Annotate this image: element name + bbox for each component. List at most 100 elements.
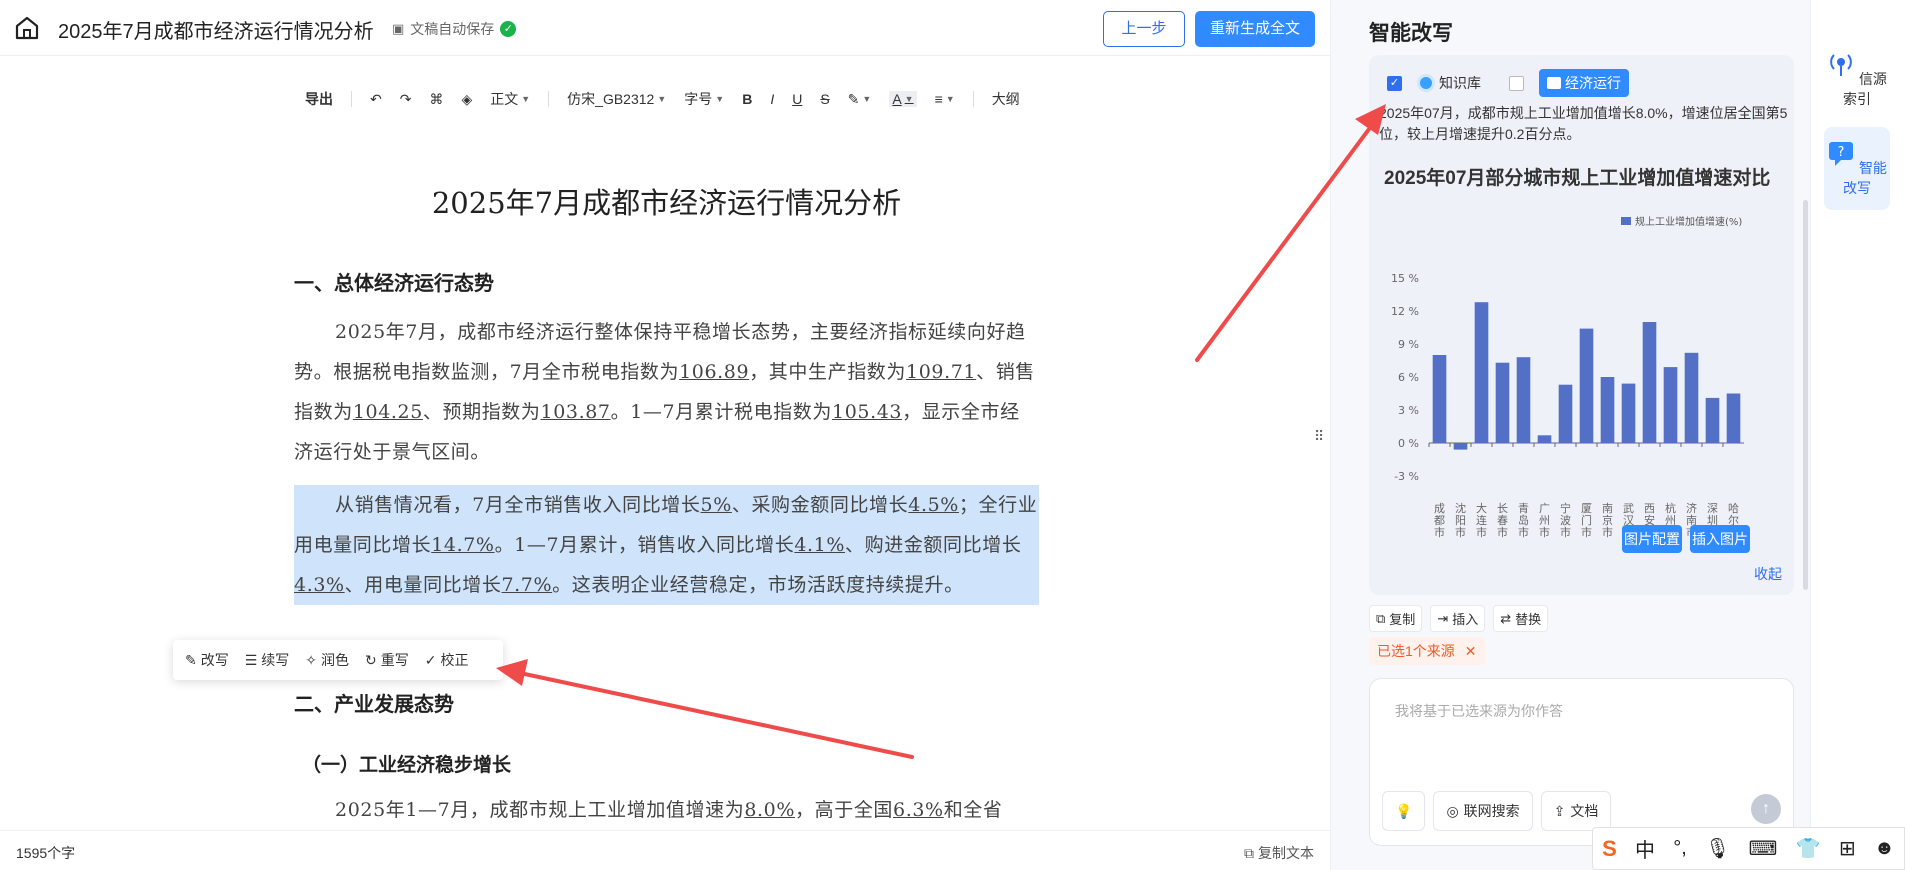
italic-icon[interactable]: I bbox=[770, 91, 774, 107]
document-upload-button[interactable]: ⇪ 文档 bbox=[1540, 791, 1612, 831]
home-icon[interactable] bbox=[14, 15, 40, 41]
kb-checkbox[interactable]: ✓ bbox=[1387, 75, 1402, 91]
check-icon: ✓ bbox=[500, 21, 517, 37]
idea-button[interactable]: 💡 bbox=[1382, 791, 1426, 831]
close-icon[interactable]: ✕ bbox=[1465, 637, 1477, 665]
replace-button[interactable]: ⇄ 替换 bbox=[1493, 605, 1549, 632]
economic-operation-source[interactable]: 经济运行 bbox=[1539, 69, 1629, 97]
strikethrough-icon[interactable]: S bbox=[820, 91, 829, 107]
paragraph-style-select[interactable]: 正文 ▼ bbox=[490, 89, 530, 109]
bar-chart: 规上工业增加值增速(%) 15 % 12 % 9 % 6 % 3 % 0 % -3 % 成都市沈… bbox=[1391, 215, 1744, 551]
bar bbox=[1495, 362, 1510, 443]
regenerate-all-button[interactable]: 重新生成全文 bbox=[1195, 11, 1315, 47]
bar bbox=[1705, 397, 1720, 443]
toolbar-divider bbox=[972, 91, 974, 107]
export-button[interactable]: 导出 bbox=[305, 89, 333, 109]
prompt-input-box[interactable]: 我将基于已选来源为你作答 💡 ◎ 联网搜索 ⇪ 文档 ↑ bbox=[1369, 678, 1794, 846]
font-family-select[interactable]: 仿宋_GB2312 ▼ bbox=[567, 89, 666, 109]
ime-language-toggle[interactable]: 中 bbox=[1635, 834, 1655, 863]
rail-source-index[interactable]: 信源索引 bbox=[1824, 50, 1890, 109]
font-color-icon[interactable]: A ▼ bbox=[889, 91, 917, 107]
paragraph-3[interactable]: 2025年1—7月，成都市规上工业增加值增速为8.0%，高于全国6.3%和全省 bbox=[294, 790, 1039, 830]
microphone-icon[interactable]: 🎙 bbox=[1705, 836, 1730, 861]
paragraph-text: 、预期指数为 bbox=[422, 401, 541, 423]
proofread-action[interactable]: ✓ 校正 bbox=[425, 650, 469, 670]
polish-label: 润色 bbox=[321, 652, 350, 668]
paragraph-text: 。1—7月累计，销售收入同比增长 bbox=[494, 534, 795, 556]
outline-button[interactable]: 大纲 bbox=[992, 89, 1020, 109]
category-label-char: 大 bbox=[1476, 501, 1487, 515]
underline-icon[interactable]: U bbox=[792, 91, 802, 107]
data-value: 8.0% bbox=[744, 799, 796, 821]
rail-smart-rewrite[interactable]: ? 智能改写 bbox=[1824, 127, 1890, 210]
category-label: 广州市 bbox=[1539, 502, 1550, 539]
regenerate-action[interactable]: ↻ 重写 bbox=[365, 650, 409, 670]
save-icon: ▣ bbox=[392, 21, 405, 36]
data-value: 14.7% bbox=[431, 534, 495, 556]
redo-icon[interactable]: ↷ bbox=[400, 91, 412, 108]
data-value: 4.1% bbox=[794, 534, 846, 556]
subsection-heading: （一）工业经济稳步增长 bbox=[302, 754, 512, 776]
toolbar-divider bbox=[351, 91, 352, 107]
category-label-char: 市 bbox=[1434, 525, 1445, 539]
ime-punctuation-toggle[interactable]: °, bbox=[1673, 837, 1687, 860]
continue-action[interactable]: ☰ 续写 bbox=[245, 650, 290, 670]
rewrite-label: 改写 bbox=[200, 652, 229, 668]
economic-operation-label: 经济运行 bbox=[1565, 75, 1621, 91]
copy-text-button[interactable]: ⧉ 复制文本 bbox=[1244, 843, 1314, 863]
paragraph-2-selected[interactable]: 从销售情况看，7月全市销售收入同比增长5%、采购金额同比增长4.5%；全行业用电… bbox=[294, 485, 1039, 605]
knowledge-base-source[interactable]: 知识库 bbox=[1417, 73, 1481, 93]
data-value: 4.3% bbox=[294, 574, 345, 596]
collapse-link[interactable]: 收起 bbox=[1754, 564, 1782, 584]
top-bar: 2025年7月成都市经济运行情况分析 ▣ 文稿自动保存 ✓ 上一步 重新生成全文 bbox=[0, 0, 1330, 56]
polish-action[interactable]: ✧ 润色 bbox=[305, 650, 349, 670]
grid-menu-icon[interactable]: ⊞ bbox=[1839, 836, 1856, 861]
data-value: 109.71 bbox=[906, 361, 977, 383]
clear-format-icon[interactable]: ◈ bbox=[461, 91, 472, 108]
document-label: 文档 bbox=[1570, 803, 1599, 819]
econ-checkbox[interactable] bbox=[1509, 75, 1524, 91]
highlight-icon[interactable]: ✎ ▼ bbox=[848, 91, 872, 108]
selected-source-label: 已选1个来源 bbox=[1377, 643, 1455, 659]
status-bar: 1595个字 ⧉ 复制文本 bbox=[0, 830, 1330, 870]
legend-label: 规上工业增加值增速(%) bbox=[1635, 215, 1742, 228]
insert-button[interactable]: ⇥ 插入 bbox=[1430, 605, 1486, 632]
sogou-logo-icon[interactable]: S bbox=[1602, 836, 1617, 862]
bar bbox=[1579, 328, 1594, 443]
category-label: 长春市 bbox=[1497, 502, 1508, 539]
drag-handle-icon[interactable]: ⠿ bbox=[1314, 428, 1324, 445]
document-heading: 2025年7月成都市经济运行情况分析 bbox=[431, 186, 902, 220]
panel-title: 智能改写 bbox=[1369, 22, 1453, 45]
format-painter-icon[interactable]: ⌘ bbox=[429, 91, 443, 108]
rewrite-action[interactable]: ✎ 改写 bbox=[185, 650, 229, 670]
data-value: 106.89 bbox=[679, 361, 750, 383]
category-label-char: 市 bbox=[1581, 525, 1592, 539]
image-config-button[interactable]: 图片配置 bbox=[1622, 525, 1682, 553]
insert-image-button[interactable]: 插入图片 bbox=[1690, 525, 1750, 553]
copy-icon: ⧉ bbox=[1244, 844, 1254, 861]
undo-icon[interactable]: ↶ bbox=[370, 91, 382, 108]
section-heading-2: 二、产业发展态势 bbox=[294, 692, 454, 716]
paragraph-1[interactable]: 2025年7月，成都市经济运行整体保持平稳增长态势，主要经济指标延续向好趋势。根… bbox=[294, 312, 1039, 472]
category-label-char: 市 bbox=[1497, 525, 1508, 539]
format-toolbar: 导出 ↶ ↷ ⌘ ◈ 正文 ▼ 仿宋_GB2312 ▼ 字号 ▼ B I U S ✎ ▼… bbox=[305, 86, 1038, 112]
section-heading-1: 一、总体经济运行态势 bbox=[294, 271, 494, 295]
prev-step-button[interactable]: 上一步 bbox=[1103, 11, 1185, 47]
copy-button[interactable]: ⧉ 复制 bbox=[1369, 605, 1423, 632]
keyboard-icon[interactable]: ⌨ bbox=[1749, 836, 1778, 861]
web-search-button[interactable]: ◎ 联网搜索 bbox=[1433, 791, 1533, 831]
edit-icon: ✎ bbox=[185, 651, 197, 668]
skin-icon[interactable]: 👕 bbox=[1796, 836, 1821, 861]
mascot-icon[interactable]: ☻ bbox=[1874, 837, 1895, 860]
y-tick-label: 12 % bbox=[1391, 305, 1419, 318]
document-title[interactable]: 2025年7月成都市经济运行情况分析 bbox=[58, 15, 374, 44]
font-size-select[interactable]: 字号 ▼ bbox=[684, 89, 724, 109]
align-icon[interactable]: ≡ ▼ bbox=[935, 91, 955, 107]
category-label-char: 宁 bbox=[1560, 501, 1571, 515]
chart-title: 2025年07月部分城市规上工业增加值增速对比 bbox=[1384, 168, 1771, 189]
panel-scrollbar[interactable] bbox=[1803, 200, 1808, 590]
selected-source-tag[interactable]: 已选1个来源 ✕ bbox=[1369, 637, 1485, 665]
send-button[interactable]: ↑ bbox=[1751, 794, 1781, 824]
smart-rewrite-panel: 智能改写 ✓ 知识库 经济运行 2025年07月，成都市规上工业增加值增长8.0… bbox=[1330, 0, 1810, 870]
bold-icon[interactable]: B bbox=[742, 91, 752, 107]
